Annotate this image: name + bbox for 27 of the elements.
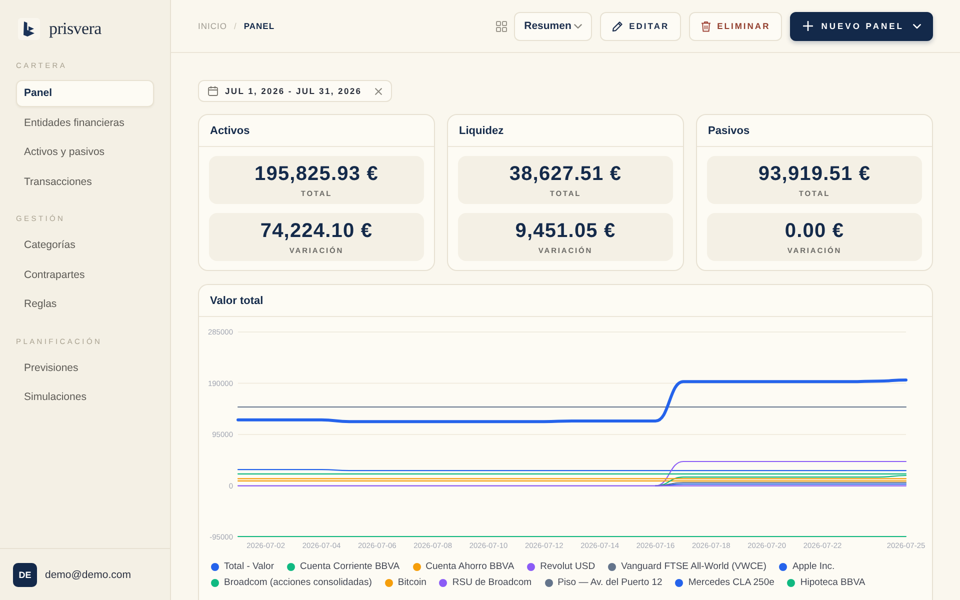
legend-label: Cuenta Ahorro BBVA — [426, 561, 514, 572]
card-title: Pasivos — [708, 124, 750, 136]
breadcrumb-current: PANEL — [244, 21, 275, 31]
chart-title: Valor total — [210, 294, 264, 306]
legend-label: RSU de Broadcom — [452, 577, 532, 588]
breadcrumb-separator: / — [234, 21, 237, 31]
user-avatar: DE — [13, 562, 37, 586]
legend-label: Broadcom (acciones consolidadas) — [224, 577, 372, 588]
legend-label: Bitcoin — [398, 577, 426, 588]
card-title: Liquidez — [459, 124, 504, 136]
legend-label: Revolut USD — [540, 561, 596, 572]
stat-value: 195,825.93 € — [254, 162, 378, 184]
card-title: Activos — [210, 124, 250, 136]
stat-value: 9,451.05 € — [515, 220, 616, 242]
user-email: demo@demo.com — [45, 568, 131, 580]
legend-label: Mercedes CLA 250e — [688, 577, 774, 588]
legend-label: Cuenta Corriente BBVA — [300, 561, 400, 572]
legend-label: Piso — Av. del Puerto 12 — [558, 577, 662, 588]
legend-label: Apple Inc. — [792, 561, 835, 572]
legend-label: Vanguard FTSE All-World (VWCE) — [621, 561, 766, 572]
legend-label: Total - Valor — [224, 561, 274, 572]
stat-value: 74,224.10 € — [260, 220, 373, 242]
legend-label: Hipoteca BBVA — [800, 577, 866, 588]
stat-value: 0.00 € — [784, 220, 844, 242]
brand-name: prisvera — [49, 19, 102, 39]
stat-value: 93,919.51 € — [758, 162, 871, 184]
stat-value: 38,627.51 € — [509, 162, 622, 184]
